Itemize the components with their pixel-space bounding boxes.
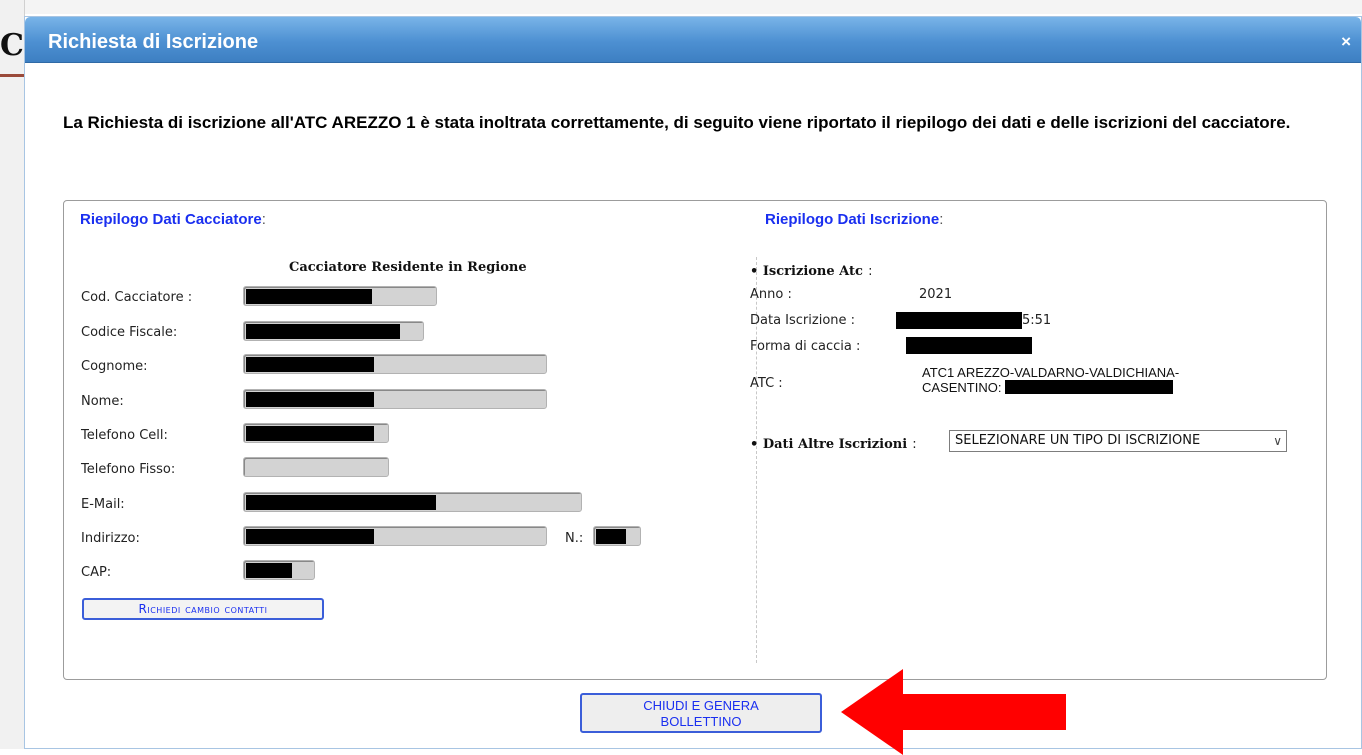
cod-cacciatore-field [243,286,437,306]
data-iscrizione-value: 5:51 [1022,313,1052,328]
telefono-cell-label: Telefono Cell: [81,428,168,443]
redaction [896,312,1022,329]
redaction [1005,380,1174,394]
redaction [246,563,292,578]
altre-iscrizioni-label: • Dati Altre Iscrizioni : [750,433,917,452]
altre-iscrizioni-selected: SELEZIONARE UN TIPO DI ISCRIZIONE [955,433,1201,448]
telefono-fisso-label: Telefono Fisso: [81,462,176,477]
email-label: E-Mail: [81,497,125,512]
redaction [246,426,374,441]
close-generate-button[interactable]: CHIUDI E GENERA BOLLETTINO [580,693,822,733]
telefono-fisso-field [243,457,389,477]
resident-subtitle: Cacciatore Residente in Regione [289,260,527,275]
cod-cacciatore-label: Cod. Cacciatore : [81,290,193,305]
forma-caccia-label: Forma di caccia : [750,339,861,354]
hunter-section-title-text: Riepilogo Dati Cacciatore [80,211,262,228]
redaction [246,529,374,544]
redaction [246,324,400,339]
summary-panel: Riepilogo Dati Cacciatore: Cacciatore Re… [63,200,1327,680]
redaction [246,357,374,372]
codice-fiscale-label: Codice Fiscale: [81,325,178,340]
altre-iscrizioni-select[interactable]: SELEZIONARE UN TIPO DI ISCRIZIONE ∨ [949,430,1287,452]
nome-field [243,389,547,409]
dialog-title: Richiesta di Iscrizione [48,31,259,53]
enrollment-section-title: Riepilogo Dati Iscrizione: [765,211,943,228]
atc-header-colon: : [868,264,873,279]
redaction [906,337,1032,354]
telefono-cell-field [243,423,389,443]
background-page-strip: C [0,0,25,749]
atc-header-text: • Iscrizione Atc [750,264,863,279]
data-iscrizione-label: Data Iscrizione : [750,313,856,328]
cognome-label: Cognome: [81,359,148,374]
anno-value: 2021 [919,287,953,302]
atc-value-line2: CASENTINO: [922,380,1179,395]
enrollment-dialog: Richiesta di Iscrizione × La Richiesta d… [24,16,1362,755]
hunter-section-title: Riepilogo Dati Cacciatore: [80,211,266,228]
chevron-down-icon: ∨ [1273,434,1282,448]
close-generate-button-line2: BOLLETTINO [660,714,742,729]
cap-label: CAP: [81,565,112,580]
email-field [243,492,582,512]
cognome-field [243,354,547,374]
altre-iscrizioni-colon: : [912,437,917,452]
dialog-titlebar[interactable]: Richiesta di Iscrizione × [25,17,1361,63]
enrollment-section-colon: : [939,211,944,228]
confirmation-message: La Richiesta di iscrizione all'ATC AREZZ… [63,113,1291,132]
arrow-left-icon [841,669,1066,755]
altre-iscrizioni-text: • Dati Altre Iscrizioni [750,437,908,452]
atc-value: ATC1 AREZZO-VALDARNO-VALDICHIANA- CASENT… [922,366,1179,395]
annotation-arrow [841,669,1066,755]
background-divider [0,74,24,77]
atc-value-line1: ATC1 AREZZO-VALDARNO-VALDICHIANA- [922,365,1180,380]
change-contacts-button-label: Richiedi cambio contatti [138,602,268,616]
anno-label: Anno : [750,287,792,302]
redaction [246,495,436,510]
indirizzo-label: Indirizzo: [81,531,140,546]
codice-fiscale-field [243,321,424,341]
hunter-section-colon: : [261,211,266,228]
indirizzo-field [243,526,547,546]
atc-value-line2-text: CASENTINO: [922,380,1002,395]
numero-field [593,526,641,546]
cap-field [243,560,315,580]
nome-label: Nome: [81,394,124,409]
numero-label: N.: [565,531,584,546]
background-window [0,0,1362,14]
enrollment-section-title-text: Riepilogo Dati Iscrizione [765,211,940,228]
redaction [246,392,374,407]
background-logo-fragment: C [0,28,24,63]
atc-label: ATC : [750,376,783,391]
change-contacts-button[interactable]: Richiedi cambio contatti [82,598,324,620]
redaction [596,529,626,544]
atc-header: • Iscrizione Atc : [750,260,872,279]
redaction [246,289,372,304]
close-icon[interactable]: × [1341,32,1351,52]
close-generate-button-line1: CHIUDI E GENERA [643,698,759,713]
